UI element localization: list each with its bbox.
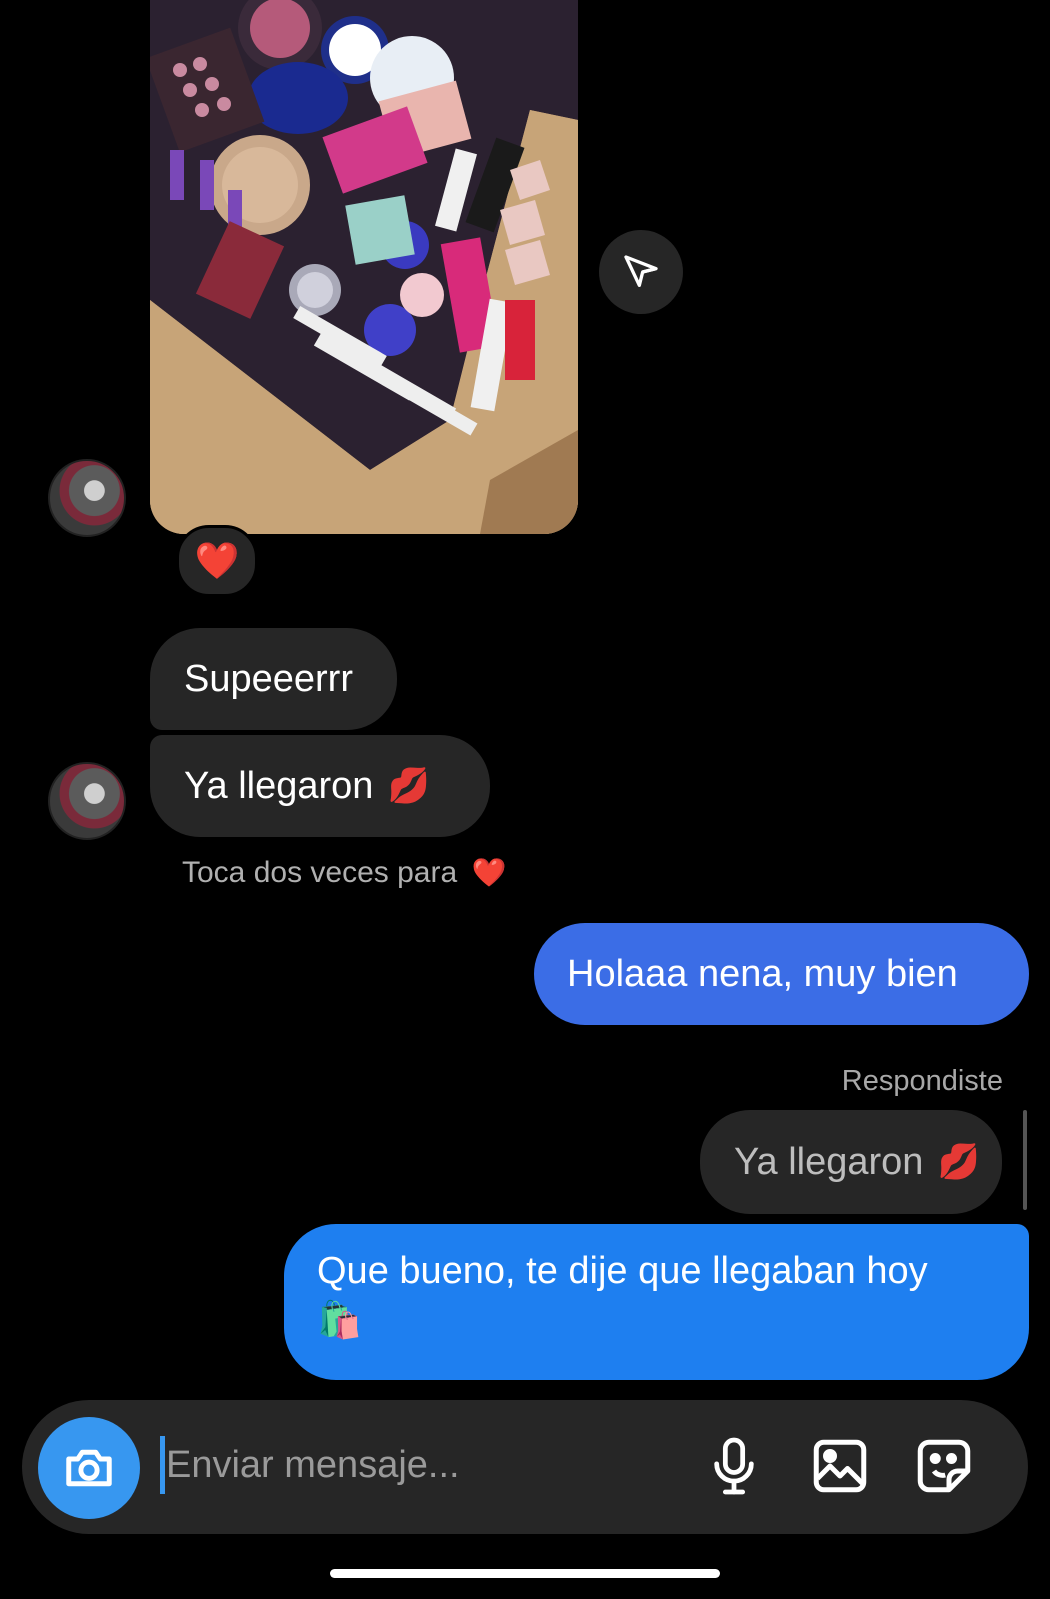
- camera-icon: [66, 1449, 112, 1487]
- message-text: Ya llegaron: [184, 765, 374, 807]
- voice-message-button[interactable]: [702, 1434, 766, 1498]
- outgoing-message[interactable]: Holaaa nena, muy bien: [534, 923, 1029, 1025]
- sender-avatar[interactable]: [48, 459, 126, 537]
- reply-indicator-bar: [1023, 1110, 1027, 1210]
- heart-icon: ❤️: [194, 540, 240, 581]
- message-text: Supeeerrr: [184, 658, 353, 700]
- microphone-icon: [714, 1437, 754, 1495]
- incoming-message[interactable]: Supeeerrr: [150, 628, 397, 730]
- home-indicator[interactable]: [330, 1569, 720, 1578]
- sticker-icon: [917, 1439, 971, 1493]
- message-reaction[interactable]: ❤️: [176, 525, 258, 597]
- incoming-message[interactable]: Ya llegaron 💋: [150, 735, 490, 837]
- shared-photo[interactable]: [150, 0, 578, 534]
- heart-icon: ❤️: [471, 857, 507, 888]
- shopping-bags-emoji: 🛍️: [317, 1299, 362, 1340]
- kiss-mark-emoji: 💋: [387, 767, 430, 805]
- message-text: Que bueno, te dije que llegaban hoy: [317, 1250, 928, 1292]
- share-button[interactable]: [599, 230, 683, 314]
- quoted-message[interactable]: Ya llegaron 💋: [700, 1110, 1002, 1214]
- gallery-button[interactable]: [808, 1434, 872, 1498]
- hint-text: Toca dos veces para: [182, 856, 458, 889]
- send-icon: [624, 255, 658, 287]
- sticker-button[interactable]: [912, 1434, 976, 1498]
- double-tap-hint: Toca dos veces para ❤️: [182, 853, 506, 893]
- kiss-mark-emoji: 💋: [937, 1143, 980, 1181]
- sender-avatar[interactable]: [48, 762, 126, 840]
- quoted-text: Ya llegaron: [734, 1141, 924, 1183]
- camera-button[interactable]: [38, 1417, 140, 1519]
- text-caret: [160, 1436, 165, 1494]
- reply-label: Respondiste: [841, 1065, 1003, 1097]
- outgoing-message[interactable]: Que bueno, te dije que llegaban hoy 🛍️: [284, 1224, 1029, 1380]
- message-text: Holaaa nena, muy bien: [567, 953, 958, 995]
- message-input[interactable]: [166, 1434, 686, 1496]
- gallery-icon: [813, 1439, 867, 1493]
